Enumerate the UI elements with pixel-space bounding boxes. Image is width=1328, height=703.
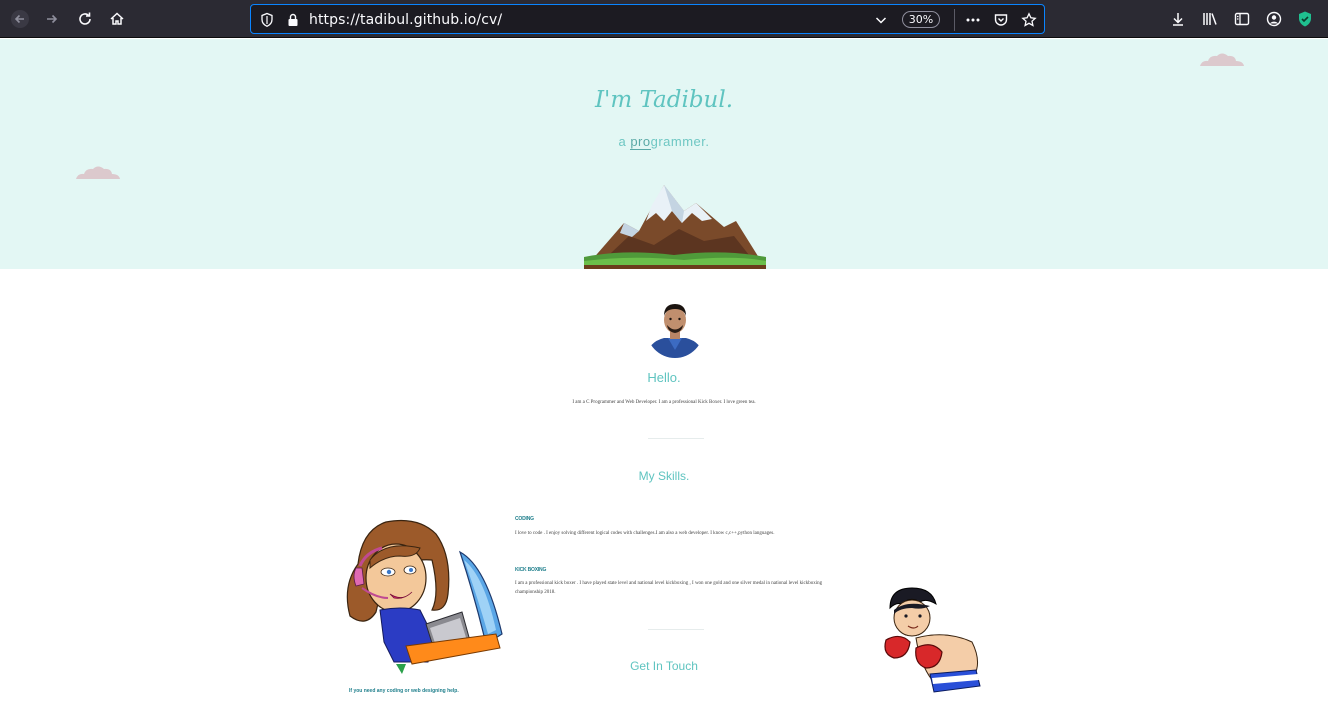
skill-text-coding: I love to code . I enjoy solving differe…	[515, 531, 775, 536]
skill-heading-kickboxing: KICK BOXING	[515, 567, 547, 573]
skills-heading: My Skills.	[638, 469, 690, 483]
sidebar-button[interactable]	[1228, 6, 1256, 32]
pocket-icon[interactable]	[991, 10, 1011, 30]
account-button[interactable]	[1260, 6, 1288, 32]
cloud-icon	[1200, 53, 1244, 66]
library-icon	[1203, 13, 1217, 25]
subtitle-prefix: a	[618, 134, 631, 149]
profile-photo	[646, 304, 704, 358]
subtitle-suffix: grammer.	[650, 134, 710, 149]
forward-button[interactable]	[38, 6, 66, 32]
page-title: I'm Tadibul.	[594, 87, 734, 113]
url-bar-separator	[954, 9, 955, 31]
subtitle-highlight: pro	[630, 134, 651, 150]
download-icon	[1173, 13, 1183, 26]
intro-text: I am a C Programmer and Web Developer. I…	[572, 400, 756, 405]
avatar	[646, 298, 704, 358]
arrow-right-icon	[47, 14, 58, 24]
chevron-down-icon[interactable]	[871, 10, 891, 30]
page-subtitle: a programmer.	[0, 134, 1328, 150]
greeting-heading: Hello.	[647, 370, 681, 385]
lock-icon[interactable]	[283, 10, 303, 30]
skill-text-kickboxing: I am a professional kick boxer . I have …	[515, 581, 823, 595]
home-button[interactable]	[103, 6, 131, 32]
zoom-level-button[interactable]: 30%	[902, 11, 940, 28]
account-icon	[1266, 11, 1282, 27]
back-button[interactable]	[6, 6, 34, 32]
divider	[648, 438, 704, 439]
sidebar-icon	[1234, 12, 1250, 26]
help-text: If you need any coding or web designing …	[349, 688, 459, 694]
home-icon	[110, 12, 124, 25]
mountain-illustration	[584, 185, 766, 269]
contact-heading: Get In Touch	[630, 659, 698, 673]
hero-section: I'm Tadibul. a programmer.	[0, 39, 1328, 269]
shield-check-icon	[1299, 11, 1311, 27]
skill-heading-coding: CODING	[515, 516, 534, 522]
cloud-icon	[76, 166, 120, 179]
downloads-button[interactable]	[1164, 6, 1192, 32]
url-text[interactable]: https://tadibul.github.io/cv/	[309, 12, 502, 28]
boxer-illustration	[884, 587, 981, 693]
arrow-left-icon	[11, 10, 29, 28]
reload-icon	[79, 12, 91, 25]
programmer-illustration	[346, 519, 503, 674]
url-bar[interactable]: https://tadibul.github.io/cv/ 30%	[250, 4, 1045, 34]
browser-toolbar: https://tadibul.github.io/cv/ 30%	[0, 0, 1328, 38]
divider	[648, 629, 704, 630]
more-actions-icon[interactable]	[963, 10, 983, 30]
bookmark-star-icon[interactable]	[1019, 10, 1039, 30]
library-button[interactable]	[1196, 6, 1224, 32]
reload-button[interactable]	[71, 6, 99, 32]
extension-button[interactable]	[1291, 6, 1319, 32]
tracking-protection-icon[interactable]	[257, 10, 277, 30]
